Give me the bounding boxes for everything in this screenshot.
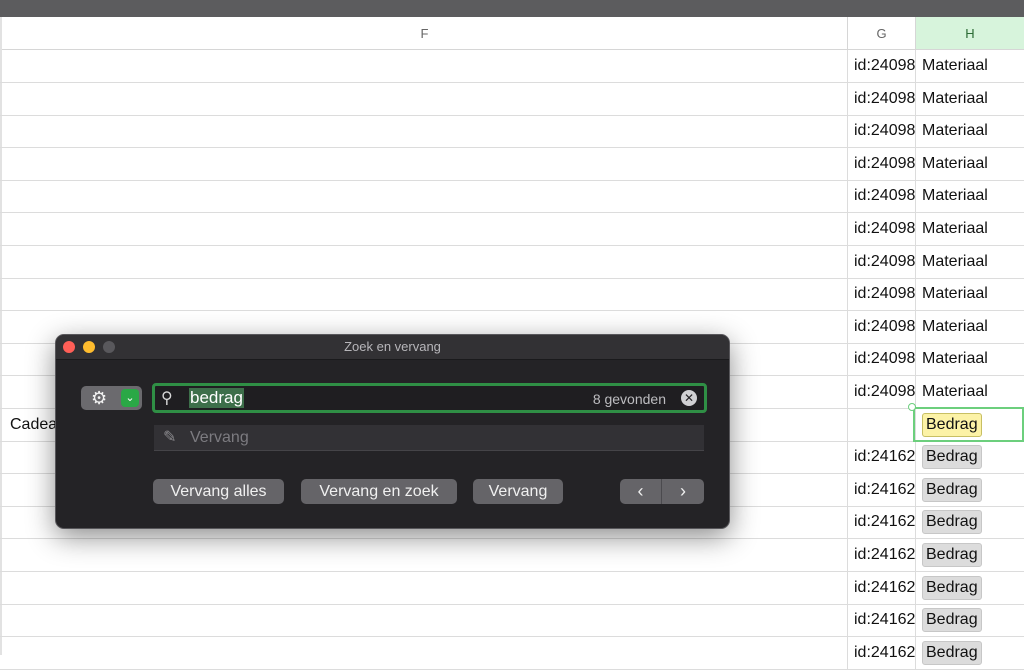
match-highlight: Bedrag [922,608,982,633]
cell-h[interactable]: Materiaal [916,50,1024,82]
cell-f[interactable] [2,180,848,213]
column-header-g[interactable]: G [848,17,916,50]
search-field[interactable]: ⚲ bedrag 8 gevonden ✕ [152,383,707,413]
dialog-titlebar[interactable]: Zoek en vervang [56,335,729,360]
cell-g[interactable]: id:24162 [848,636,916,669]
table-row: id:24098 Materiaal [0,245,1024,279]
cell-g[interactable]: id:24098 [848,115,916,148]
table-row: id:24162 Bedrag [0,636,1024,670]
replace-input[interactable] [188,428,692,448]
cell-g[interactable]: id:24162 [848,539,916,571]
table-row: id:24098 Materiaal [0,278,1024,312]
cell-h[interactable]: Materiaal [916,278,1024,310]
cell-f[interactable] [2,50,848,82]
table-row: id:24098 Materiaal [0,115,1024,149]
cell-g[interactable]: id:24162 [848,506,916,539]
replace-all-button[interactable]: Vervang alles [153,479,284,504]
cell-h[interactable]: Materiaal [916,148,1024,180]
previous-match-button[interactable]: ‹ [620,479,662,504]
match-highlight: Bedrag [922,575,982,600]
next-match-button[interactable]: › [662,479,704,504]
cell-h[interactable]: Bedrag [916,409,1024,441]
gear-icon: ⚙ [91,388,108,408]
replace-field[interactable]: ✎ [154,425,704,451]
match-highlight: Bedrag [922,445,982,470]
cell-h[interactable]: Bedrag [916,637,1024,669]
current-match-highlight: Bedrag [922,412,982,437]
table-row: id:24162 Bedrag [0,539,1024,572]
replace-button[interactable]: Vervang [473,479,563,504]
search-icon[interactable]: ⚲ [161,388,173,408]
cell-f[interactable] [2,278,848,311]
cell-h[interactable]: Bedrag [916,506,1024,538]
cell-h[interactable]: Materiaal [916,115,1024,147]
cell-f[interactable] [2,571,848,604]
cell-f[interactable] [2,636,848,669]
dialog-title: Zoek en vervang [344,339,441,354]
cell-f[interactable] [2,245,848,278]
search-input-value[interactable]: bedrag [189,388,244,408]
match-highlight: Bedrag [922,477,982,502]
cell-h[interactable]: Materiaal [916,343,1024,375]
cell-g[interactable]: id:24098 [848,147,916,180]
selection-handle[interactable] [908,403,916,411]
table-row: id:24162 Bedrag [0,571,1024,605]
cell-g[interactable]: id:24162 [848,473,916,506]
options-button[interactable]: ⚙ ⌄ [81,386,142,410]
table-row: id:24162 Bedrag [0,604,1024,638]
table-row: id:24098 Materiaal [0,213,1024,246]
cell-h[interactable]: Materiaal [916,180,1024,212]
match-navigation: ‹ › [620,479,704,504]
table-row: id:24098 Materiaal [0,50,1024,83]
cell-h[interactable]: Bedrag [916,474,1024,506]
cell-h[interactable]: Bedrag [916,572,1024,604]
table-row: id:24098 Materiaal [0,147,1024,181]
cell-f[interactable] [2,115,848,148]
match-highlight: Bedrag [922,640,982,665]
cell-g[interactable]: id:24098 [848,245,916,278]
cell-g[interactable]: id:24098 [848,376,916,408]
cell-g[interactable]: id:24162 [848,571,916,604]
match-count: 8 gevonden [592,391,666,407]
chevron-down-icon: ⌄ [121,389,139,407]
pencil-icon: ✎ [163,429,177,446]
cell-g[interactable]: id:24098 [848,213,916,245]
cell-g[interactable]: id:24098 [848,82,916,115]
cell-h[interactable]: Materiaal [916,213,1024,245]
cell-f[interactable] [2,604,848,637]
cell-h[interactable]: Bedrag [916,604,1024,636]
cell-g[interactable]: id:24098 [848,50,916,82]
cell-f[interactable] [2,213,848,245]
match-highlight: Bedrag [922,543,982,567]
cell-g[interactable]: id:24162 [848,441,916,474]
cell-g[interactable]: id:24098 [848,310,916,343]
cell-g[interactable]: id:24098 [848,278,916,311]
match-highlight: Bedrag [922,510,982,535]
replace-and-find-button[interactable]: Vervang en zoek [301,479,457,504]
cell-f[interactable] [2,82,848,115]
cell-h[interactable]: Bedrag [916,539,1024,571]
cell-g[interactable]: id:24162 [848,604,916,637]
window-top-bar [0,0,1024,17]
table-row: id:24098 Materiaal [0,82,1024,116]
cell-h[interactable]: Materiaal [916,376,1024,408]
column-header-h[interactable]: H [916,17,1024,50]
cell-g[interactable]: id:24098 [848,180,916,213]
clear-search-icon[interactable]: ✕ [681,390,697,406]
find-replace-dialog: Zoek en vervang ⚙ ⌄ ⚲ bedrag 8 gevonden … [55,334,730,529]
cell-h[interactable]: Materiaal [916,83,1024,115]
cell-f[interactable] [2,539,848,571]
cell-g[interactable] [848,408,916,441]
table-row: id:24098 Materiaal [0,180,1024,214]
cell-f[interactable] [2,147,848,180]
cell-h[interactable]: Materiaal [916,311,1024,343]
cell-g[interactable]: id:24098 [848,343,916,376]
cell-h[interactable]: Bedrag [916,441,1024,473]
cell-h[interactable]: Materiaal [916,246,1024,278]
column-header-f[interactable]: F [2,17,848,50]
